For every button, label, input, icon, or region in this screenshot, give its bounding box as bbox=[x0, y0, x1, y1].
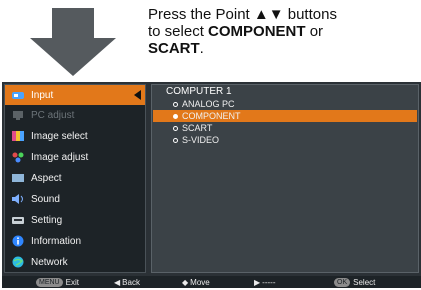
menu-item-label: Aspect bbox=[31, 172, 62, 184]
menu-item-setting[interactable]: Setting bbox=[5, 210, 145, 230]
menu-item-label: PC adjust bbox=[31, 109, 75, 121]
move-arrows-icon: ◆ bbox=[182, 277, 189, 287]
input-icon bbox=[11, 89, 25, 101]
next-hint: ▶ ----- bbox=[254, 276, 275, 288]
option-analog-pc[interactable]: ANALOG PC bbox=[153, 98, 417, 110]
option-component[interactable]: COMPONENT bbox=[153, 110, 417, 122]
option-scart[interactable]: SCART bbox=[153, 122, 417, 134]
network-icon bbox=[11, 256, 25, 268]
select-hint[interactable]: OK Select bbox=[334, 276, 375, 288]
next-label: ----- bbox=[262, 277, 276, 287]
component-keyword: COMPONENT bbox=[208, 23, 306, 40]
menu-item-label: Network bbox=[31, 256, 68, 268]
next-arrow-icon: ▶ bbox=[254, 277, 261, 287]
scart-keyword: SCART bbox=[148, 40, 200, 57]
menu-item-information[interactable]: Information bbox=[5, 231, 145, 251]
aspect-icon bbox=[11, 172, 25, 184]
option-label: SCART bbox=[182, 123, 213, 133]
menu-item-label: Sound bbox=[31, 193, 60, 205]
select-label: Select bbox=[353, 277, 376, 287]
down-arrow-icon bbox=[30, 8, 116, 76]
menu-item-label: Setting bbox=[31, 214, 63, 226]
option-s-video[interactable]: S-VIDEO bbox=[153, 134, 417, 146]
instruction-line2-post: or bbox=[305, 23, 324, 40]
exit-hint[interactable]: MENU Exit bbox=[36, 276, 79, 288]
image-adjust-icon bbox=[11, 151, 25, 163]
pc-adjust-icon bbox=[11, 109, 25, 121]
main-menu: Input PC adjust Image select Image adjus… bbox=[4, 84, 146, 273]
menu-item-label: Information bbox=[31, 235, 82, 247]
menu-item-aspect[interactable]: Aspect bbox=[5, 168, 145, 188]
bottom-help-bar: MENU Exit ◀ Back ◆ Move ▶ ----- OK Selec… bbox=[2, 276, 421, 288]
menu-key-icon: MENU bbox=[36, 277, 63, 287]
sound-icon bbox=[11, 193, 25, 205]
instruction-line2-pre: to select bbox=[148, 23, 209, 40]
radio-selected-icon bbox=[173, 113, 178, 119]
menu-item-image-select[interactable]: Image select bbox=[5, 126, 145, 146]
move-hint: ◆ Move bbox=[182, 276, 210, 288]
menu-item-network[interactable]: Network bbox=[5, 252, 145, 272]
option-label: S-VIDEO bbox=[182, 135, 220, 145]
back-arrow-icon: ◀ bbox=[114, 277, 121, 287]
radio-icon bbox=[173, 125, 178, 131]
selected-indicator-icon bbox=[134, 90, 141, 100]
exit-label: Exit bbox=[65, 277, 79, 287]
setting-icon bbox=[11, 214, 25, 226]
instruction-text: Press the Point ▲▼ buttons to select COM… bbox=[148, 6, 418, 57]
move-label: Move bbox=[190, 277, 210, 287]
option-label: ANALOG PC bbox=[182, 99, 235, 109]
menu-item-label: Image select bbox=[31, 130, 88, 142]
back-label: Back bbox=[122, 277, 140, 287]
menu-item-pc-adjust: PC adjust bbox=[5, 105, 145, 125]
submenu-title: COMPUTER 1 bbox=[166, 86, 232, 97]
menu-item-image-adjust[interactable]: Image adjust bbox=[5, 147, 145, 167]
menu-item-sound[interactable]: Sound bbox=[5, 189, 145, 209]
menu-item-label: Input bbox=[31, 89, 54, 101]
instruction-line1: Press the Point ▲▼ buttons bbox=[148, 6, 337, 23]
radio-icon bbox=[173, 137, 178, 143]
radio-icon bbox=[173, 101, 178, 107]
image-select-icon bbox=[11, 130, 25, 142]
option-label: COMPONENT bbox=[182, 111, 241, 121]
information-icon bbox=[11, 235, 25, 247]
instruction-line3-post: . bbox=[199, 40, 204, 57]
menu-item-label: Image adjust bbox=[31, 151, 89, 163]
menu-item-input[interactable]: Input bbox=[5, 85, 145, 105]
back-hint[interactable]: ◀ Back bbox=[114, 276, 140, 288]
ok-key-icon: OK bbox=[334, 277, 351, 287]
